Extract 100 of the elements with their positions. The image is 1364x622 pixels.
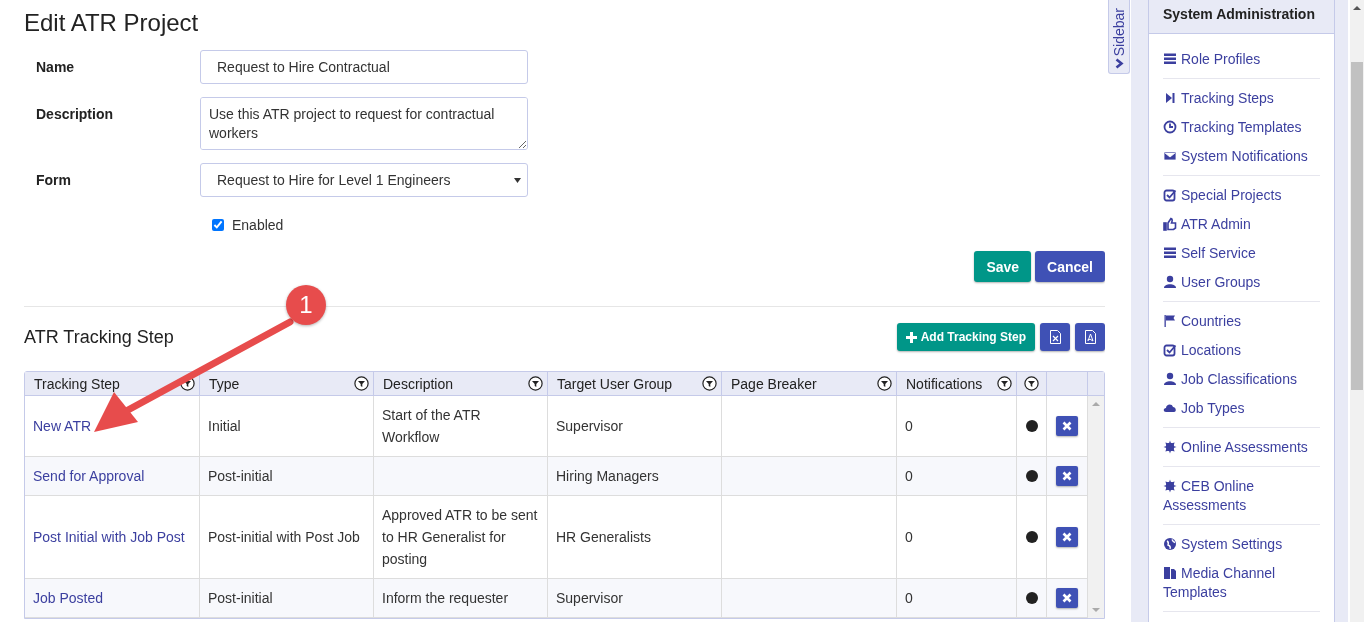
list-icon bbox=[1163, 52, 1177, 66]
table-cell-text: Start of the ATR Workflow bbox=[382, 406, 482, 447]
documents-icon bbox=[1163, 566, 1177, 580]
table-cell-text: Post-initial bbox=[208, 467, 273, 486]
thumbs-up-icon bbox=[1163, 217, 1177, 231]
excel-export-button[interactable] bbox=[1040, 323, 1070, 351]
column-header: Tracking Step bbox=[34, 375, 120, 392]
pdf-export-button[interactable] bbox=[1075, 323, 1105, 351]
step-link[interactable]: New ATR bbox=[33, 415, 92, 437]
sidebar-link[interactable]: User Groups bbox=[1163, 268, 1320, 297]
step-forward-icon bbox=[1163, 91, 1177, 105]
status-dot-icon bbox=[1025, 531, 1038, 543]
sidebar-link[interactable]: Special Projects bbox=[1163, 181, 1320, 210]
plus-icon bbox=[905, 331, 917, 343]
step-number-badge: 1 bbox=[286, 285, 326, 325]
sidebar-link[interactable]: System Settings bbox=[1163, 530, 1320, 559]
step-link[interactable]: Post Initial with Job Post bbox=[33, 526, 185, 548]
sidebar-link[interactable]: CEB Online Assessments bbox=[1163, 472, 1320, 520]
column-header: Notifications bbox=[906, 375, 983, 392]
caret-icon bbox=[514, 177, 521, 183]
delete-button[interactable] bbox=[1056, 466, 1078, 486]
starburst-icon bbox=[1163, 479, 1177, 493]
page-scrollbar[interactable] bbox=[1350, 0, 1364, 622]
pdf-file-icon bbox=[1084, 330, 1096, 344]
sidebar-link[interactable]: Role Profiles bbox=[1163, 45, 1320, 74]
status-dot-icon bbox=[1025, 470, 1038, 482]
step-link[interactable]: Job Posted bbox=[33, 587, 104, 609]
cloud-icon bbox=[1163, 401, 1177, 415]
sidebar-link[interactable]: Online Assessments bbox=[1163, 433, 1320, 462]
field-label: Description bbox=[35, 105, 114, 124]
delete-button[interactable] bbox=[1056, 527, 1078, 547]
sidebar-link[interactable]: Countries bbox=[1163, 307, 1320, 336]
sidebar-link[interactable]: Tracking Templates bbox=[1163, 113, 1320, 142]
checkbox-icon bbox=[1163, 188, 1177, 202]
column-header: Description bbox=[383, 375, 454, 392]
sidebar-link[interactable]: Locations bbox=[1163, 336, 1320, 365]
table-cell-text: 0 bbox=[905, 528, 913, 547]
sidebar-title: System Administration bbox=[1149, 0, 1334, 34]
description-field[interactable]: Use this ATR project to request for contractual workers bbox=[200, 97, 528, 150]
column-header: Target User Group bbox=[557, 375, 673, 392]
add-tracking-step-button[interactable]: Add Tracking Step bbox=[896, 323, 1035, 351]
sidebar-link[interactable]: Job Classifications bbox=[1163, 365, 1320, 394]
status-dot-icon bbox=[1025, 592, 1038, 604]
step-link[interactable]: Send for Approval bbox=[33, 465, 145, 487]
filter-icon[interactable] bbox=[702, 376, 717, 391]
field-label: Form bbox=[35, 171, 72, 190]
sidebar-link[interactable]: System Notifications bbox=[1163, 142, 1320, 171]
close-icon bbox=[1062, 593, 1072, 603]
user-icon bbox=[1163, 372, 1177, 386]
table-cell-text: Initial bbox=[208, 417, 241, 436]
table-cell-text: 0 bbox=[905, 417, 913, 436]
sidebar-link[interactable]: ATR Admin bbox=[1163, 210, 1320, 239]
table-cell-text: Supervisor bbox=[556, 417, 623, 436]
section-title: ATR Tracking Step bbox=[24, 326, 174, 348]
chevron-icon bbox=[1114, 58, 1124, 69]
excel-file-icon bbox=[1049, 330, 1061, 344]
flag-icon bbox=[1163, 314, 1177, 328]
status-dot-icon bbox=[1025, 420, 1038, 432]
close-icon bbox=[1062, 532, 1072, 542]
filter-icon[interactable] bbox=[877, 376, 892, 391]
filter-icon[interactable] bbox=[997, 376, 1012, 391]
sidebar-link[interactable]: Self Service bbox=[1163, 239, 1320, 268]
form-select[interactable]: Request to Hire for Level 1 Engineers bbox=[200, 163, 528, 197]
envelope-icon bbox=[1163, 149, 1177, 163]
delete-button[interactable] bbox=[1056, 416, 1078, 436]
filter-icon[interactable] bbox=[354, 376, 369, 391]
name-field[interactable]: Request to Hire Contractual bbox=[200, 50, 528, 84]
save-button[interactable]: Save bbox=[974, 251, 1032, 282]
filter-icon[interactable] bbox=[180, 376, 195, 391]
table-cell-text: 0 bbox=[905, 589, 913, 608]
table-cell-text: Post-initial bbox=[208, 589, 273, 608]
cancel-button[interactable]: Cancel bbox=[1035, 251, 1105, 282]
enabled-checkbox[interactable] bbox=[212, 219, 224, 231]
page-title: Edit ATR Project bbox=[24, 9, 200, 37]
close-icon bbox=[1062, 421, 1072, 431]
checkbox-label: Enabled bbox=[232, 217, 284, 233]
filter-icon[interactable] bbox=[1024, 376, 1039, 391]
sidebar-link[interactable]: Tracking Steps bbox=[1163, 84, 1320, 113]
table-cell-text: Approved ATR to be sent to HR Generalist for posting bbox=[382, 506, 539, 569]
globe-icon bbox=[1163, 537, 1177, 551]
close-icon bbox=[1062, 471, 1072, 481]
user-icon bbox=[1163, 275, 1177, 289]
clock-icon bbox=[1163, 120, 1177, 134]
sidebar-link[interactable]: Job Types bbox=[1163, 394, 1320, 423]
filter-icon[interactable] bbox=[528, 376, 543, 391]
table-cell-text: Supervisor bbox=[556, 589, 623, 608]
table-scrollbar[interactable] bbox=[1088, 396, 1104, 618]
column-header: Page Breaker bbox=[731, 375, 817, 392]
starburst-icon bbox=[1163, 440, 1177, 454]
sidebar-link[interactable]: Media Channel Templates bbox=[1163, 559, 1320, 607]
column-header: Type bbox=[209, 375, 240, 392]
sidebar-toggle-tab[interactable]: Sidebar bbox=[1108, 0, 1130, 74]
field-label: Name bbox=[35, 58, 76, 77]
checkbox-icon bbox=[1163, 343, 1177, 357]
table-cell-text: 0 bbox=[905, 467, 913, 486]
delete-button[interactable] bbox=[1056, 588, 1078, 608]
table-cell-text: Inform the requester bbox=[382, 589, 509, 608]
table-cell-text: Post-initial with Post Job bbox=[208, 528, 360, 547]
table-cell-text: HR Generalists bbox=[556, 528, 651, 547]
list-icon bbox=[1163, 246, 1177, 260]
